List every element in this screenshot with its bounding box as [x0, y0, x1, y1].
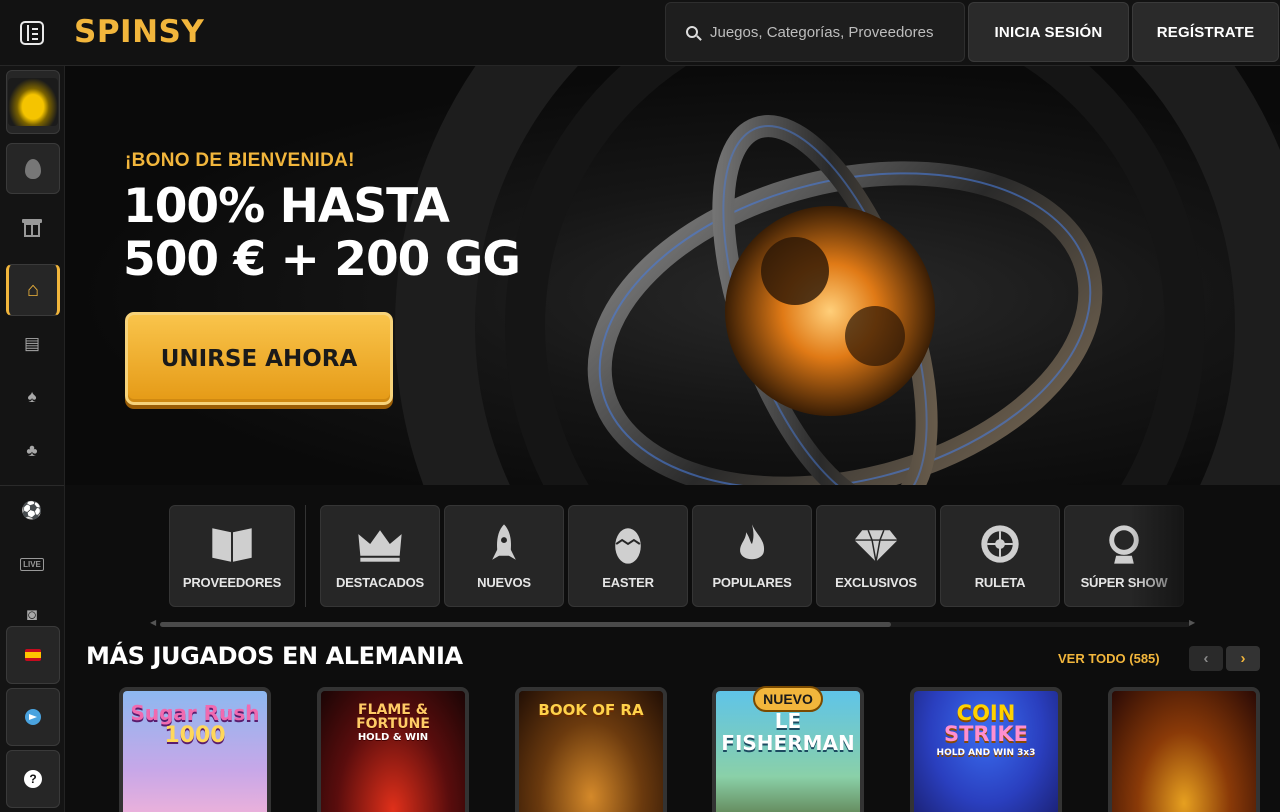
game-title-line1: LE [774, 709, 802, 733]
game-card-sugar-rush[interactable]: Sugar Rush 1000 [119, 687, 271, 812]
help-icon: ? [24, 770, 42, 788]
slot-machine-icon: ▤ [23, 333, 41, 353]
search-placeholder: Juegos, Categorías, Proveedores [710, 23, 934, 41]
game-title: FLAME & FORTUNE HOLD & WIN [321, 703, 465, 743]
sidebar-item-easter[interactable] [6, 143, 60, 194]
category-label: RULETA [974, 575, 1026, 590]
carousel-next-button[interactable]: › [1226, 646, 1260, 671]
language-selector[interactable] [6, 626, 60, 684]
sidebar-item-promo-car[interactable] [6, 70, 60, 134]
category-label: NUEVOS [477, 575, 531, 590]
game-title-line1: FLAME & FORTUNE [356, 702, 430, 732]
cards-icon: ♠ [27, 386, 37, 406]
crown-icon [358, 530, 402, 562]
game-title-line1: BOOK OF RA [538, 701, 644, 719]
game-card-aztec[interactable] [1108, 687, 1260, 812]
game-title-line2: 1000 [164, 723, 226, 748]
top-header: SPINSY Juegos, Categorías, Proveedores I… [0, 0, 1280, 66]
search-icon [686, 26, 698, 38]
category-divider [305, 505, 306, 607]
category-scrollbar[interactable] [160, 622, 1190, 627]
join-now-button[interactable]: UNIRSE AHORA [125, 312, 393, 405]
game-card-flame-fortune[interactable]: FLAME & FORTUNE HOLD & WIN [317, 687, 469, 812]
category-label: PROVEEDORES [182, 575, 282, 590]
view-all-link[interactable]: VER TODO (585) [1058, 651, 1160, 666]
search-input[interactable]: Juegos, Categorías, Proveedores [665, 2, 965, 62]
category-label: EASTER [602, 575, 654, 590]
game-title-line2: HOLD & WIN [357, 732, 429, 743]
diamond-icon [854, 529, 898, 562]
book-icon [212, 528, 252, 562]
category-exclusive[interactable]: EXCLUSIVOS [816, 505, 936, 607]
category-carousel: PROVEEDORES DESTACADOS NUEVOS EASTER POP… [65, 485, 1280, 635]
hero-subtitle: ¡BONO DE BIENVENIDA! [125, 150, 355, 171]
sidebar-divider [0, 485, 64, 486]
telegram-button[interactable] [6, 688, 60, 746]
category-label: DESTACADOS [335, 575, 425, 590]
carousel-fade [1130, 485, 1210, 635]
hero-title: 100% HASTA 500 € + 200 GG [123, 179, 521, 287]
category-label: POPULARES [712, 575, 792, 590]
category-featured[interactable]: DESTACADOS [320, 505, 440, 607]
gift-icon [22, 219, 42, 237]
clover-icon: ♣ [26, 440, 38, 460]
category-easter[interactable]: EASTER [568, 505, 688, 607]
category-providers[interactable]: PROVEEDORES [169, 505, 295, 607]
game-card-coin-strike[interactable]: COIN STRIKE HOLD AND WIN 3x3 [910, 687, 1062, 812]
game-title-line1: Sugar Rush [130, 701, 260, 725]
sidebar-item-gifts[interactable] [0, 210, 64, 250]
game-title: COIN STRIKE HOLD AND WIN 3x3 [914, 703, 1058, 758]
new-badge: NUEVO [753, 686, 823, 712]
category-new[interactable]: NUEVOS [444, 505, 564, 607]
sidebar-toggle-icon[interactable] [20, 21, 44, 45]
sidebar-item-cards[interactable]: ♠ [0, 376, 64, 416]
game-title-line2: STRIKE [943, 722, 1029, 746]
sidebar-item-home[interactable]: ⌂ [6, 264, 60, 316]
help-button[interactable]: ? [6, 750, 60, 808]
hero-banner[interactable]: ¡BONO DE BIENVENIDA! 100% HASTA 500 € + … [65, 66, 1280, 485]
easter-egg-icon [25, 158, 41, 179]
game-title-line1: COIN [956, 701, 1016, 725]
live-icon: LIVE [20, 557, 44, 571]
egg-icon [615, 528, 641, 564]
category-popular[interactable]: POPULARES [692, 505, 812, 607]
register-button[interactable]: REGÍSTRATE [1132, 2, 1279, 62]
sidebar-item-lucky[interactable]: ♣ [0, 430, 64, 470]
flame-icon [740, 524, 765, 560]
home-icon: ⌂ [26, 279, 40, 301]
rocket-icon [492, 524, 516, 560]
login-button[interactable]: INICIA SESIÓN [968, 2, 1129, 62]
sidebar-item-slots[interactable]: ▤ [0, 323, 64, 363]
scroll-right-arrow-icon[interactable]: ▶ [1189, 618, 1195, 627]
soccer-ball-icon: ⚽ [21, 500, 43, 520]
roulette-icon [981, 525, 1019, 563]
game-title: Sugar Rush 1000 [123, 703, 267, 747]
category-label: EXCLUSIVOS [835, 575, 917, 590]
category-roulette[interactable]: RULETA [940, 505, 1060, 607]
sidebar-item-live[interactable]: LIVE [0, 544, 64, 584]
game-title-line2: FISHERMAN [721, 731, 855, 755]
spain-flag-icon [25, 649, 41, 661]
game-title: LE FISHERMAN [716, 711, 860, 753]
hero-title-line1: 100% HASTA [123, 179, 450, 234]
category-scrollbar-thumb[interactable] [160, 622, 892, 627]
site-logo[interactable]: SPINSY [74, 14, 204, 50]
section-title: MÁS JUGADOS EN ALEMANIA [86, 642, 463, 670]
game-card-book-of-ra[interactable]: BOOK OF RA [515, 687, 667, 812]
game-title-line3: HOLD AND WIN 3x3 [936, 748, 1036, 758]
carousel-edge [1208, 485, 1280, 635]
sidebar: ⌂ ▤ ♠ ♣ ⚽ LIVE ◙ ? [0, 66, 65, 812]
sports-icon: ◙ [26, 604, 38, 624]
carousel-prev-button[interactable]: ‹ [1189, 646, 1223, 671]
game-thumbnail [1112, 691, 1256, 812]
hero-title-line2: 500 € + 200 GG [123, 232, 521, 287]
game-title: BOOK OF RA [519, 703, 663, 718]
telegram-icon [25, 709, 41, 725]
promo-car-thumbnail [8, 78, 58, 126]
sidebar-item-sports[interactable]: ⚽ [0, 490, 64, 530]
scroll-left-arrow-icon[interactable]: ◀ [150, 618, 156, 627]
